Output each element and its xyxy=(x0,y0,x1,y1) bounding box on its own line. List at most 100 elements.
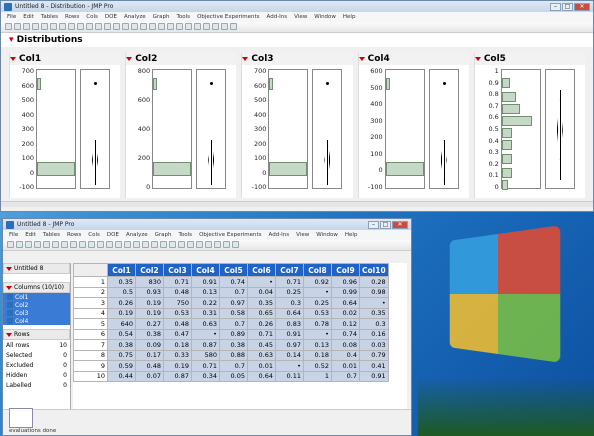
data-cell[interactable]: 0.38 xyxy=(136,329,164,340)
data-cell[interactable]: 0.71 xyxy=(164,277,192,288)
data-cell[interactable]: 0.48 xyxy=(164,287,192,298)
data-cell[interactable]: 0.05 xyxy=(220,371,248,382)
data-cell[interactable]: 0.64 xyxy=(332,298,360,309)
minimize-button[interactable]: – xyxy=(368,221,379,229)
toolbar-button[interactable] xyxy=(61,241,68,248)
data-cell[interactable]: 0.02 xyxy=(332,308,360,319)
red-triangle-icon[interactable] xyxy=(242,57,248,61)
data-cell[interactable]: 0.63 xyxy=(192,319,220,330)
datatable-titlebar[interactable]: Untitled 8 - JMP Pro – □ ✕ xyxy=(3,219,411,230)
column-header[interactable]: Col2 xyxy=(136,264,164,277)
menu-view[interactable]: View xyxy=(296,232,309,238)
data-cell[interactable]: 750 xyxy=(164,298,192,309)
toolbar-button[interactable] xyxy=(205,241,212,248)
data-cell[interactable]: 0.99 xyxy=(332,287,360,298)
rows-header[interactable]: Rows xyxy=(3,329,70,340)
data-cell[interactable]: 0.26 xyxy=(248,319,276,330)
data-cell[interactable]: 0.19 xyxy=(108,308,136,319)
table-name-header[interactable]: Untitled 8 xyxy=(3,263,70,274)
toolbar-button[interactable] xyxy=(142,241,149,248)
data-cell[interactable]: 0.83 xyxy=(276,319,304,330)
toolbar-button[interactable] xyxy=(86,23,93,30)
data-cell[interactable]: 0.16 xyxy=(360,329,389,340)
toolbar-button[interactable] xyxy=(149,23,156,30)
data-cell[interactable]: 0.19 xyxy=(136,308,164,319)
data-cell[interactable]: 0.45 xyxy=(248,340,276,351)
data-cell[interactable]: 0.58 xyxy=(220,308,248,319)
data-cell[interactable]: 0.19 xyxy=(164,361,192,372)
data-cell[interactable]: 0.3 xyxy=(360,319,389,330)
data-cell[interactable]: • xyxy=(192,329,220,340)
data-cell[interactable]: 0.04 xyxy=(248,287,276,298)
toolbar-button[interactable] xyxy=(5,23,12,30)
toolbar-button[interactable] xyxy=(97,241,104,248)
histogram[interactable] xyxy=(501,69,541,189)
data-cell[interactable]: 0.71 xyxy=(192,361,220,372)
toolbar-button[interactable] xyxy=(178,241,185,248)
histogram[interactable] xyxy=(152,69,192,189)
data-cell[interactable]: 0.19 xyxy=(136,298,164,309)
data-cell[interactable]: 0.18 xyxy=(164,340,192,351)
data-cell[interactable]: 0.92 xyxy=(304,277,332,288)
minimize-button[interactable]: – xyxy=(550,3,561,11)
close-button[interactable]: ✕ xyxy=(392,221,408,229)
menu-help[interactable]: Help xyxy=(343,14,356,20)
data-cell[interactable]: 0.17 xyxy=(136,350,164,361)
column-header[interactable]: Col3 xyxy=(164,264,192,277)
data-cell[interactable]: 0.97 xyxy=(220,298,248,309)
data-cell[interactable]: 0.89 xyxy=(220,329,248,340)
column-list-item[interactable]: Col3 xyxy=(3,309,70,317)
disclosure-icon[interactable] xyxy=(6,286,12,290)
toolbar-button[interactable] xyxy=(115,241,122,248)
toolbar-button[interactable] xyxy=(196,241,203,248)
toolbar-button[interactable] xyxy=(122,23,129,30)
data-cell[interactable]: 0.18 xyxy=(304,350,332,361)
toolbar-button[interactable] xyxy=(214,241,221,248)
toolbar-button[interactable] xyxy=(41,23,48,30)
row-number[interactable]: 9 xyxy=(74,361,108,372)
corner-cell[interactable] xyxy=(74,264,108,277)
data-cell[interactable]: 0.5 xyxy=(108,287,136,298)
table-row[interactable]: 6 0.54 0.38 0.47 • 0.89 0.71 0.91 • 0.74 0.16 xyxy=(74,329,389,340)
menu-doe[interactable]: DOE xyxy=(105,14,117,20)
column-list-item[interactable]: Col1 xyxy=(3,293,70,301)
data-cell[interactable]: 0.64 xyxy=(248,371,276,382)
column-header[interactable]: Col7 xyxy=(276,264,304,277)
toolbar-button[interactable] xyxy=(176,23,183,30)
box-plot[interactable] xyxy=(545,69,575,189)
data-cell[interactable]: 580 xyxy=(192,350,220,361)
data-cell[interactable]: 0.01 xyxy=(332,361,360,372)
toolbar-button[interactable] xyxy=(95,23,102,30)
data-cell[interactable]: 0.71 xyxy=(276,277,304,288)
data-cell[interactable]: • xyxy=(248,277,276,288)
menu-cols[interactable]: Cols xyxy=(86,14,98,20)
column-header[interactable]: Col4 xyxy=(192,264,220,277)
data-cell[interactable]: 0.09 xyxy=(136,340,164,351)
data-cell[interactable]: 0.11 xyxy=(276,371,304,382)
data-cell[interactable]: 0.75 xyxy=(108,350,136,361)
toolbar-button[interactable] xyxy=(43,241,50,248)
menu-view[interactable]: View xyxy=(294,14,307,20)
data-cell[interactable]: 0.41 xyxy=(360,361,389,372)
toolbar-button[interactable] xyxy=(77,23,84,30)
data-cell[interactable]: 0.7 xyxy=(332,371,360,382)
column-header[interactable]: Col6 xyxy=(248,264,276,277)
data-cell[interactable]: • xyxy=(276,361,304,372)
row-number[interactable]: 5 xyxy=(74,319,108,330)
toolbar-button[interactable] xyxy=(14,23,21,30)
box-plot[interactable] xyxy=(312,69,342,189)
toolbar-button[interactable] xyxy=(133,241,140,248)
table-row[interactable]: 1 0.35 830 0.71 0.91 0.74 • 0.71 0.92 0.96 0.28 xyxy=(74,277,389,288)
data-cell[interactable]: 0.48 xyxy=(164,319,192,330)
data-cell[interactable]: 0.35 xyxy=(248,298,276,309)
toolbar-button[interactable] xyxy=(223,241,230,248)
row-number[interactable]: 10 xyxy=(74,371,108,382)
box-plot[interactable] xyxy=(196,69,226,189)
toolbar-button[interactable] xyxy=(221,23,228,30)
toolbar-button[interactable] xyxy=(50,23,57,30)
table-row[interactable]: 5 640 0.27 0.48 0.63 0.7 0.26 0.83 0.78 0.12 0.3 xyxy=(74,319,389,330)
row-number[interactable]: 7 xyxy=(74,340,108,351)
toolbar-button[interactable] xyxy=(160,241,167,248)
box-plot[interactable] xyxy=(80,69,110,189)
toolbar-button[interactable] xyxy=(185,23,192,30)
